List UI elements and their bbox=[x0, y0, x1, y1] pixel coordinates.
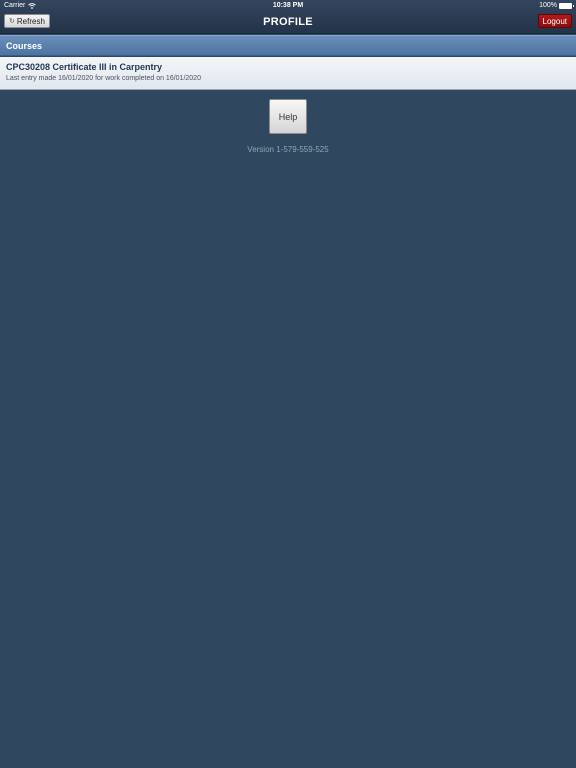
courses-section-header: Courses bbox=[0, 35, 576, 56]
course-detail: Last entry made 16/01/2020 for work comp… bbox=[6, 75, 201, 82]
battery-icon bbox=[559, 2, 574, 9]
section-title: Courses bbox=[6, 40, 43, 51]
page-title: PROFILE bbox=[263, 16, 313, 28]
version-label: Version 1-579-559-525 bbox=[247, 145, 329, 154]
help-button[interactable]: Help bbox=[269, 99, 307, 134]
course-list-item[interactable]: CPC30208 Certificate III in Carpentry La… bbox=[0, 57, 576, 90]
course-name: CPC30208 Certificate III in Carpentry bbox=[6, 62, 163, 72]
battery-percent: 100% bbox=[539, 2, 557, 9]
status-battery: 100% bbox=[539, 2, 574, 9]
navigation-bar: Carrier 10:38 PM 100% ↻ Refresh PROFILE … bbox=[0, 0, 576, 34]
status-time: 10:38 PM bbox=[272, 2, 304, 9]
logout-button[interactable]: Logout bbox=[537, 14, 572, 28]
